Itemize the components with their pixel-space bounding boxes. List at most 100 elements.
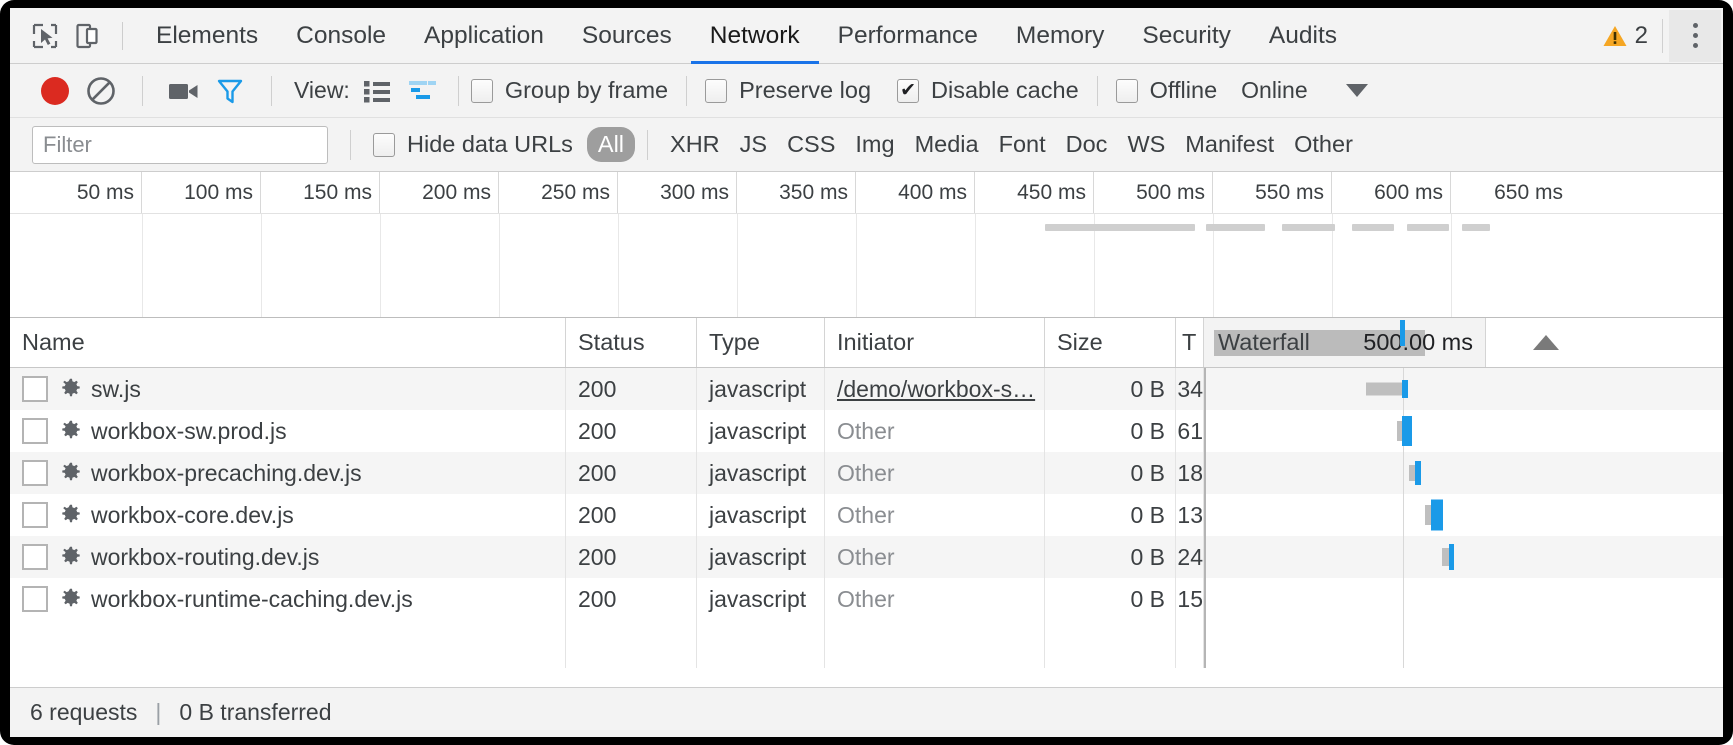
cell-name[interactable]: workbox-precaching.dev.js (10, 452, 566, 494)
table-empty-area (10, 620, 1723, 668)
group-by-frame-checkbox[interactable]: ✔ Group by frame (471, 77, 668, 104)
warning-indicator[interactable]: 2 (1592, 22, 1662, 50)
column-sort-indicator[interactable] (1486, 318, 1606, 367)
tab-sources[interactable]: Sources (563, 8, 691, 63)
tab-memory[interactable]: Memory (997, 8, 1123, 63)
no-entry-icon (86, 76, 116, 106)
column-header-size[interactable]: Size (1045, 318, 1176, 367)
overview-gridline (1451, 214, 1452, 317)
offline-checkbox[interactable]: ✔ Offline (1116, 77, 1218, 104)
row-checkbox[interactable] (22, 586, 48, 612)
filter-type-img[interactable]: Img (845, 128, 904, 161)
throttling-value[interactable]: Online (1241, 77, 1307, 104)
overview-tick: 650 ms (1451, 172, 1570, 213)
table-row[interactable]: workbox-runtime-caching.dev.js 200 javas… (10, 578, 1723, 620)
filter-toggle-button[interactable] (207, 68, 253, 114)
filter-type-other[interactable]: Other (1284, 128, 1363, 161)
row-checkbox[interactable] (22, 502, 48, 528)
column-header-initiator[interactable]: Initiator (825, 318, 1045, 367)
inspect-element-icon[interactable] (24, 15, 66, 57)
table-row[interactable]: sw.js 200 javascript /demo/workbox-s… 0 … (10, 368, 1723, 410)
capture-screenshots-button[interactable] (161, 68, 207, 114)
cell-waterfall[interactable] (1204, 494, 1603, 536)
disable-cache-box[interactable]: ✔ (897, 79, 919, 103)
preserve-log-box[interactable]: ✔ (705, 79, 727, 103)
table-row[interactable]: workbox-core.dev.js 200 javascript Other… (10, 494, 1723, 536)
record-button[interactable] (32, 68, 78, 114)
cell-name[interactable]: workbox-routing.dev.js (10, 536, 566, 578)
tab-performance[interactable]: Performance (819, 8, 997, 63)
search-input[interactable] (32, 126, 328, 164)
filter-type-css[interactable]: CSS (777, 128, 845, 161)
more-options-kebab-icon[interactable] (1669, 10, 1721, 62)
waterfall-view-icon[interactable] (400, 68, 446, 114)
cell-waterfall[interactable] (1204, 578, 1603, 620)
device-toolbar-icon[interactable] (66, 15, 108, 57)
filter-type-media[interactable]: Media (905, 128, 989, 161)
column-header-status[interactable]: Status (566, 318, 697, 367)
network-overview-timeline[interactable]: 50 ms 100 ms 150 ms 200 ms 250 ms 300 ms… (10, 172, 1723, 318)
cell-name[interactable]: workbox-sw.prod.js (10, 410, 566, 452)
column-header-name[interactable]: Name (10, 318, 566, 367)
cell-waterfall[interactable] (1204, 410, 1603, 452)
row-checkbox[interactable] (22, 376, 48, 402)
cell-time: 34 (1176, 368, 1204, 410)
overview-tick: 350 ms (737, 172, 856, 213)
hide-data-urls-box[interactable]: ✔ (373, 133, 395, 157)
row-checkbox[interactable] (22, 418, 48, 444)
filter-type-font[interactable]: Font (989, 128, 1056, 161)
column-header-waterfall[interactable]: Waterfall 500.00 ms (1204, 318, 1486, 367)
disable-cache-checkbox[interactable]: ✔ Disable cache (897, 77, 1079, 104)
chevron-down-icon[interactable] (1346, 84, 1368, 97)
filter-type-all[interactable]: All (587, 127, 635, 162)
cell-waterfall[interactable] (1204, 452, 1603, 494)
initiator-link[interactable]: /demo/workbox-s… (837, 376, 1035, 403)
tab-console[interactable]: Console (277, 8, 405, 63)
table-row[interactable]: workbox-sw.prod.js 200 javascript Other … (10, 410, 1723, 452)
tab-security[interactable]: Security (1123, 8, 1250, 63)
row-checkbox[interactable] (22, 460, 48, 486)
column-header-type[interactable]: Type (697, 318, 825, 367)
cell-name[interactable]: sw.js (10, 368, 566, 410)
list-view-icon[interactable] (354, 68, 400, 114)
tab-elements[interactable]: Elements (137, 8, 277, 63)
filter-type-ws[interactable]: WS (1117, 128, 1175, 161)
filter-type-doc[interactable]: Doc (1056, 128, 1118, 161)
clear-button[interactable] (78, 68, 124, 114)
cell-size: 0 B (1045, 494, 1176, 536)
waterfall-column-border (1204, 368, 1206, 410)
overview-gridline (142, 214, 143, 317)
devtools-tabbar: Elements Console Application Sources Net… (10, 8, 1723, 64)
row-checkbox[interactable] (22, 544, 48, 570)
filter-type-manifest[interactable]: Manifest (1175, 128, 1284, 161)
group-by-frame-box[interactable]: ✔ (471, 79, 493, 103)
tab-application[interactable]: Application (405, 8, 563, 63)
filter-type-js[interactable]: JS (730, 128, 777, 161)
column-header-time[interactable]: T (1176, 318, 1204, 367)
table-row[interactable]: workbox-precaching.dev.js 200 javascript… (10, 452, 1723, 494)
offline-box[interactable]: ✔ (1116, 79, 1138, 103)
devtools-panel: Elements Console Application Sources Net… (10, 8, 1723, 737)
service-worker-gear-icon (60, 420, 82, 442)
overview-gridline (618, 214, 619, 317)
table-row[interactable]: workbox-routing.dev.js 200 javascript Ot… (10, 536, 1723, 578)
cell-waterfall[interactable] (1204, 368, 1603, 410)
filter-type-xhr[interactable]: XHR (660, 128, 730, 161)
preserve-log-checkbox[interactable]: ✔ Preserve log (705, 77, 871, 104)
overview-tick: 400 ms (856, 172, 975, 213)
service-worker-gear-icon (60, 546, 82, 568)
overview-tick: 100 ms (142, 172, 261, 213)
cell-name[interactable]: workbox-core.dev.js (10, 494, 566, 536)
tab-network[interactable]: Network (691, 8, 819, 63)
cell-waterfall[interactable] (1204, 536, 1603, 578)
overview-tick: 200 ms (380, 172, 499, 213)
cell-initiator[interactable]: /demo/workbox-s… (825, 368, 1045, 410)
cell-spacer (1603, 494, 1723, 536)
cell-name[interactable]: workbox-runtime-caching.dev.js (10, 578, 566, 620)
preserve-log-label: Preserve log (739, 77, 871, 104)
toolbar-divider (122, 22, 123, 50)
waterfall-column-border (1204, 494, 1206, 536)
tab-audits[interactable]: Audits (1250, 8, 1356, 63)
hide-data-urls-checkbox[interactable]: ✔ Hide data URLs (373, 131, 573, 158)
waterfall-download-segment (1402, 416, 1412, 446)
